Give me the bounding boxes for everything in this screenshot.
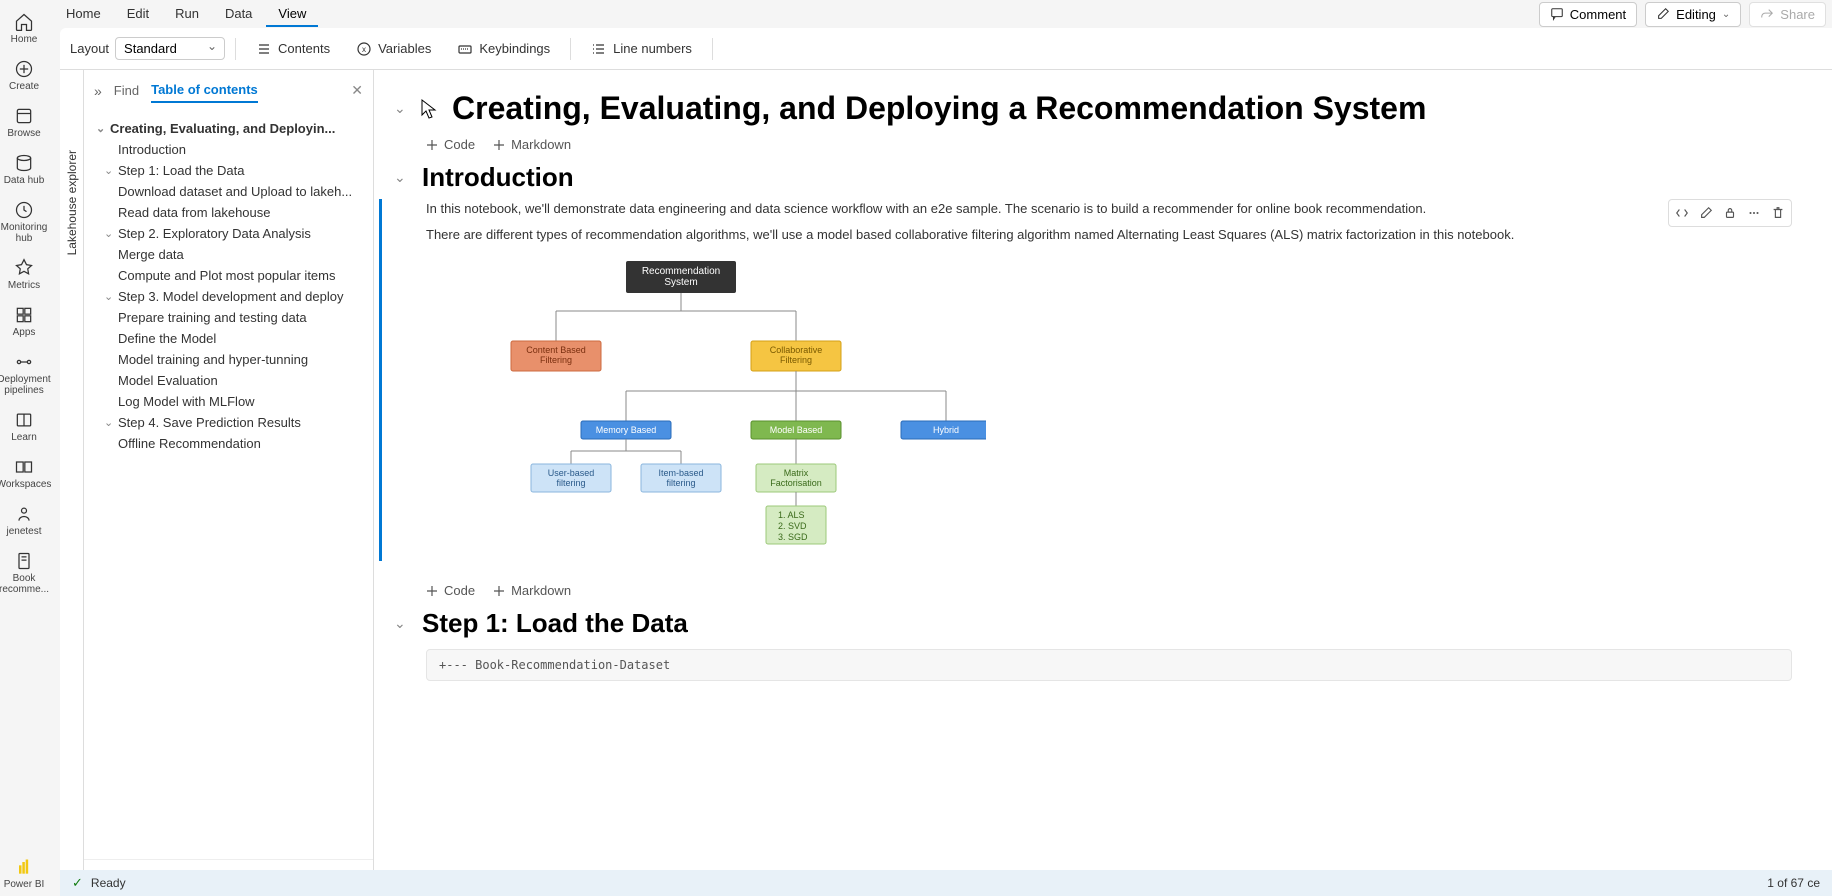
more-icon[interactable] [1743,202,1765,224]
toc-item[interactable]: Model training and hyper-tunning [84,349,373,370]
find-tab[interactable]: Find [114,79,139,102]
cell-text: There are different types of recommendat… [426,225,1792,245]
top-menubar: Home Edit Run Data View Comment Editing … [48,0,1832,28]
nav-datahub[interactable]: Data hub [0,147,48,192]
chevron-down-icon: ⌄ [96,122,110,135]
recommendation-diagram: RecommendationSystem Content BasedFilter… [426,256,1792,561]
cursor-icon [420,98,438,120]
add-markdown-button[interactable]: Markdown [493,583,571,598]
add-code-button[interactable]: Code [426,137,475,152]
svg-text:1. ALS2. SVD3. SGD: 1. ALS2. SVD3. SGD [778,510,808,542]
menu-view[interactable]: View [266,2,318,27]
close-icon[interactable]: ✕ [351,82,363,99]
svg-text:x: x [362,45,366,54]
linenumbers-button[interactable]: Line numbers [581,37,702,61]
menu-home[interactable]: Home [54,2,113,27]
nav-home[interactable]: Home [0,6,48,51]
nav-browse[interactable]: Browse [0,100,48,145]
nav-metrics[interactable]: Metrics [0,252,48,297]
svg-text:Hybrid: Hybrid [933,425,959,435]
chevron-down-icon: ⌄ [104,164,118,177]
left-nav-bar: Home Create Browse Data hub Monitoring h… [0,0,48,896]
toc-item[interactable]: Prepare training and testing data [84,307,373,328]
toc-item[interactable]: Merge data [84,244,373,265]
chevron-down-icon: ⌄ [1722,9,1730,20]
nav-workspace-item[interactable]: jenetest [0,498,48,543]
collapse-icon[interactable]: ⌄ [394,169,410,186]
toc-item[interactable]: ⌄Step 2. Exploratory Data Analysis [84,223,373,244]
lock-icon[interactable] [1719,202,1741,224]
ribbon-toolbar: Layout Standard Contents x Variables Key… [60,28,1832,70]
comment-button[interactable]: Comment [1539,2,1637,27]
toc-collapse-icon[interactable]: » [94,83,102,99]
toc-item[interactable]: Log Model with MLFlow [84,391,373,412]
toc-item[interactable]: ⌄Step 4. Save Prediction Results [84,412,373,433]
separator [570,38,571,60]
section-heading: Introduction [422,162,574,193]
layout-label: Layout [70,41,109,56]
toc-item[interactable]: Model Evaluation [84,370,373,391]
menu-data[interactable]: Data [213,2,264,27]
code-cell-preview[interactable]: +--- Book-Recommendation-Dataset [426,649,1792,681]
add-code-button[interactable]: Code [426,583,475,598]
editing-dropdown[interactable]: Editing ⌄ [1645,2,1741,27]
toc-item[interactable]: Offline Recommendation [84,433,373,454]
notebook-editor[interactable]: ⌄ Creating, Evaluating, and Deploying a … [374,70,1832,896]
collapse-icon[interactable]: ⌄ [394,615,410,632]
lakehouse-explorer-tab[interactable]: Lakehouse explorer [60,70,84,896]
toc-item[interactable]: ⌄Step 3. Model development and deploy [84,286,373,307]
svg-text:Memory Based: Memory Based [596,425,657,435]
separator [235,38,236,60]
nav-powerbi[interactable]: Power BI [0,851,48,896]
nav-workspaces[interactable]: Workspaces [0,451,48,496]
menu-edit[interactable]: Edit [115,2,161,27]
chevron-down-icon: ⌄ [104,227,118,240]
code-icon[interactable] [1671,202,1693,224]
toc-item[interactable]: Compute and Plot most popular items [84,265,373,286]
toc-tab[interactable]: Table of contents [151,78,258,103]
ready-icon: ✓ [72,875,83,891]
add-markdown-button[interactable]: Markdown [493,137,571,152]
cell-toolbar [1668,199,1792,227]
markdown-cell[interactable]: In this notebook, we'll demonstrate data… [379,199,1792,561]
toc-panel: » Find Table of contents ✕ ⌄ Creating, E… [84,70,374,896]
delete-icon[interactable] [1767,202,1789,224]
toc-item[interactable]: Download dataset and Upload to lakeh... [84,181,373,202]
toc-item[interactable]: Read data from lakehouse [84,202,373,223]
svg-text:Model Based: Model Based [770,425,823,435]
contents-button[interactable]: Contents [246,37,340,61]
toc-item[interactable]: Introduction [84,139,373,160]
toc-root[interactable]: ⌄ Creating, Evaluating, and Deployin... [84,118,373,139]
toc-item[interactable]: Define the Model [84,328,373,349]
notebook-title: Creating, Evaluating, and Deploying a Re… [452,90,1426,127]
nav-notebook-item[interactable]: Book recomme... [0,545,48,601]
collapse-icon[interactable]: ⌄ [394,100,410,117]
section-heading: Step 1: Load the Data [422,608,688,639]
variables-button[interactable]: x Variables [346,37,441,61]
nav-create[interactable]: Create [0,53,48,98]
nav-monitoring[interactable]: Monitoring hub [0,194,48,250]
chevron-down-icon: ⌄ [104,416,118,429]
status-bar: ✓ Ready 1 of 67 ce [60,870,1832,896]
share-button: Share [1749,2,1826,27]
menu-run[interactable]: Run [163,2,211,27]
cell-count: 1 of 67 ce [1767,876,1820,890]
status-text: Ready [91,876,126,890]
nav-apps[interactable]: Apps [0,299,48,344]
chevron-down-icon: ⌄ [104,290,118,303]
separator [712,38,713,60]
layout-select[interactable]: Standard [115,37,225,60]
nav-deployment[interactable]: Deployment pipelines [0,346,48,402]
nav-learn[interactable]: Learn [0,404,48,449]
toc-item[interactable]: ⌄Step 1: Load the Data [84,160,373,181]
edit-icon[interactable] [1695,202,1717,224]
keybindings-button[interactable]: Keybindings [447,37,560,61]
cell-text: In this notebook, we'll demonstrate data… [426,199,1792,219]
